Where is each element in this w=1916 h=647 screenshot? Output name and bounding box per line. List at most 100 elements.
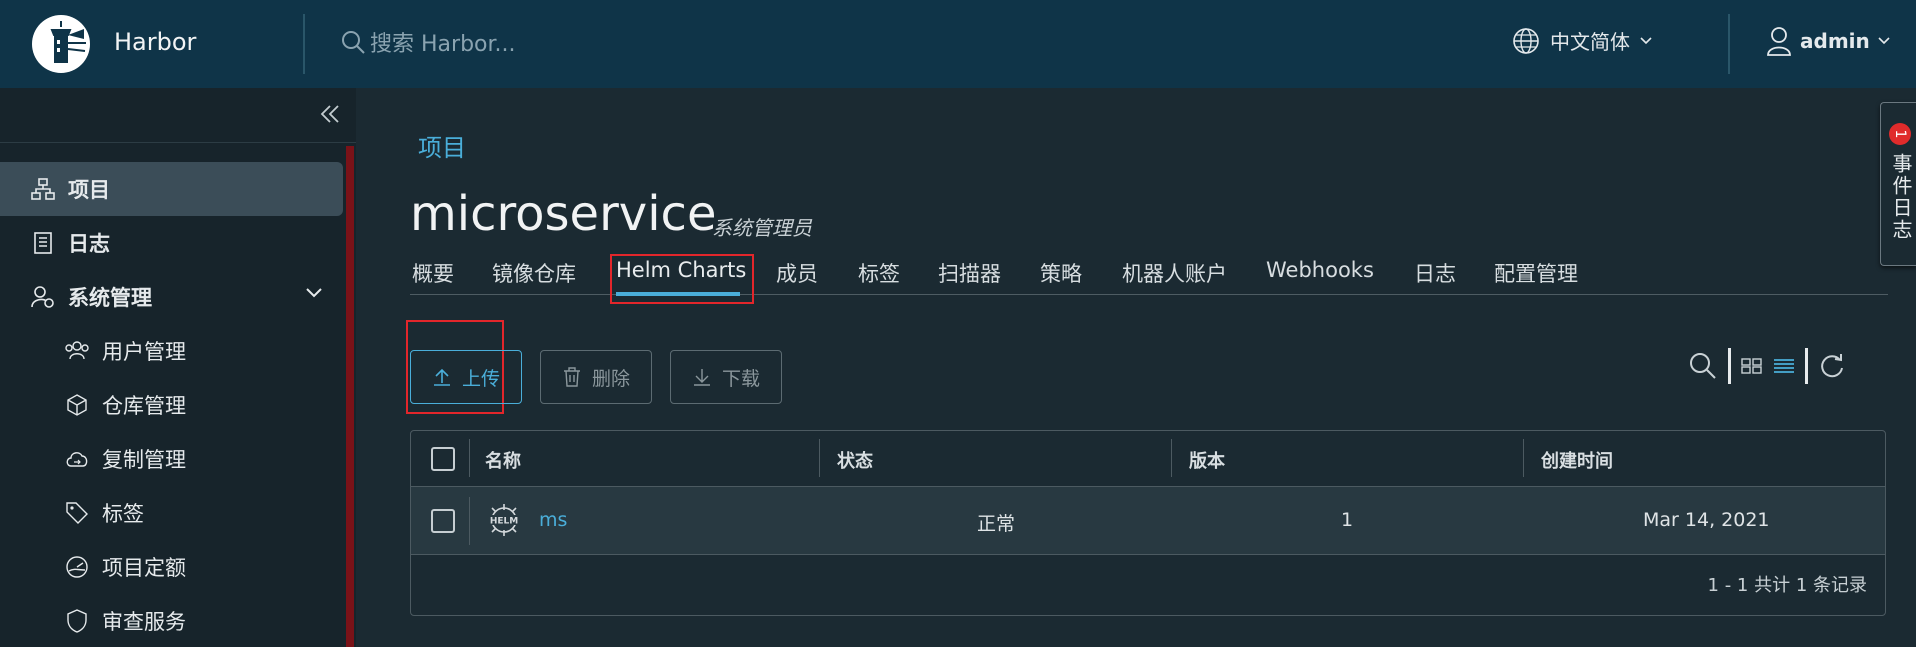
table-header-row: 名称 状态 版本 创建时间 [411,431,1885,487]
tab-webhooks[interactable]: Webhooks [1266,258,1374,282]
download-icon [693,369,710,386]
sidebar-item-label: 复制管理 [102,448,186,472]
tab-members[interactable]: 成员 [776,258,818,288]
event-log-tab[interactable]: 1 事件日志 [1880,102,1916,266]
sidebar-item-label: 项目 [68,178,110,202]
sidebar-item-users[interactable]: 用户管理 [0,324,343,378]
tab-repositories[interactable]: 镜像仓库 [492,258,576,288]
search-input[interactable]: 搜索 Harbor... [370,26,516,58]
highlight-box-helm-tab [610,254,754,304]
tab-scanner[interactable]: 扫描器 [938,258,1001,288]
download-button[interactable]: 下载 [670,350,782,404]
sidebar-item-label: 仓库管理 [102,394,186,418]
toolbar-divider [1728,348,1731,384]
column-header-version[interactable]: 版本 [1189,447,1225,473]
user-icon [1767,27,1791,56]
sidebar-item-projects[interactable]: 项目 [0,162,343,216]
global-search[interactable]: 搜索 Harbor... [340,26,516,58]
tab-logs[interactable]: 日志 [1414,258,1456,288]
brand-name[interactable]: Harbor [114,28,196,56]
sidebar-item-labels[interactable]: 标签 [0,486,343,540]
tab-summary[interactable]: 概要 [412,258,454,288]
list-view-icon[interactable] [1773,358,1795,374]
tab-configuration[interactable]: 配置管理 [1494,258,1578,288]
delete-button[interactable]: 删除 [540,350,652,404]
chevron-down-icon [1640,36,1652,44]
sidebar-item-label: 用户管理 [102,340,186,364]
tab-robot-accounts[interactable]: 机器人账户 [1122,258,1227,288]
system-admin-icon [31,286,54,308]
project-title: microservice [410,186,717,242]
collapse-sidebar-icon[interactable] [318,102,342,126]
delete-label: 删除 [591,367,630,390]
card-view-icon[interactable] [1741,358,1763,374]
column-header-status[interactable]: 状态 [837,447,873,473]
table-toolbar [1688,346,1846,386]
language-selector[interactable]: 中文简体 [1512,26,1652,55]
sidebar-highlight-rail [346,146,354,647]
chart-status: 正常 [977,513,1016,535]
search-icon[interactable] [1688,351,1718,381]
column-separator [469,497,470,545]
harbor-logo[interactable] [30,13,92,75]
pagination-summary: 1 - 1 共计 1 条记录 [1707,575,1867,596]
sidebar-item-logs[interactable]: 日志 [0,216,343,270]
top-header: Harbor 搜索 Harbor... 中文简体 admin [0,0,1916,88]
helm-chart-table: 名称 状态 版本 创建时间 HELM ms 正常 1 Mar 14, 2021 … [410,430,1886,616]
table-row[interactable]: HELM ms 正常 1 Mar 14, 2021 [411,487,1885,555]
refresh-icon[interactable] [1818,352,1846,380]
upload-button[interactable]: 上传 [410,350,522,404]
tag-icon [66,502,88,524]
event-count-badge: 1 [1889,123,1911,145]
projects-icon [31,178,55,200]
column-header-created[interactable]: 创建时间 [1541,447,1613,473]
chart-version: 1 [1341,509,1354,531]
sidebar: 项目 日志 系统管理 用户管理 仓库管理 复制管理 标签 项目定额 审查服务 [0,88,356,647]
sidebar-item-quotas[interactable]: 项目定额 [0,540,343,594]
sidebar-item-label: 系统管理 [68,286,152,310]
chart-name-link[interactable]: ms [539,509,567,531]
chevron-down-icon [306,288,322,298]
helm-icon: HELM [488,504,520,536]
select-all-checkbox[interactable] [431,447,455,471]
search-icon [342,31,365,54]
log-icon [34,232,52,254]
sidebar-divider [0,142,356,143]
sidebar-item-label: 标签 [102,502,144,526]
user-menu[interactable]: admin [1766,26,1890,56]
sidebar-item-registries[interactable]: 仓库管理 [0,378,343,432]
sidebar-item-interrogation[interactable]: 审查服务 [0,594,343,647]
header-divider [303,14,305,74]
username: admin [1800,29,1870,53]
sidebar-item-label: 项目定额 [102,556,186,580]
sidebar-item-label: 日志 [68,232,110,256]
registry-icon [67,394,87,416]
column-separator [469,439,470,477]
language-label: 中文简体 [1550,30,1630,54]
column-header-name[interactable]: 名称 [485,447,521,473]
globe-icon [1513,27,1539,54]
shield-icon [67,609,87,633]
sidebar-item-replication[interactable]: 复制管理 [0,432,343,486]
sidebar-item-label: 审查服务 [102,610,186,634]
sidebar-item-system-admin[interactable]: 系统管理 [0,270,343,324]
column-separator [1171,439,1172,477]
tab-policy[interactable]: 策略 [1040,258,1082,288]
main-content: 项目 microservice 系统管理员 概要 镜像仓库 Helm Chart… [356,88,1916,647]
column-separator [1523,439,1524,477]
column-separator [819,439,820,477]
replication-icon [66,452,88,467]
breadcrumb[interactable]: 项目 [418,128,466,163]
trash-icon [563,367,580,387]
svg-text:HELM: HELM [490,517,518,527]
upload-label: 上传 [461,367,500,390]
toolbar-divider [1805,348,1808,384]
download-label: 下载 [721,367,760,390]
project-role: 系统管理员 [712,216,812,240]
quota-icon [66,556,88,578]
chart-created-time: Mar 14, 2021 [1643,509,1770,531]
upload-icon [433,368,450,386]
tab-labels[interactable]: 标签 [858,258,900,288]
event-log-label: 事件日志 [1889,153,1913,241]
row-checkbox[interactable] [431,509,455,533]
